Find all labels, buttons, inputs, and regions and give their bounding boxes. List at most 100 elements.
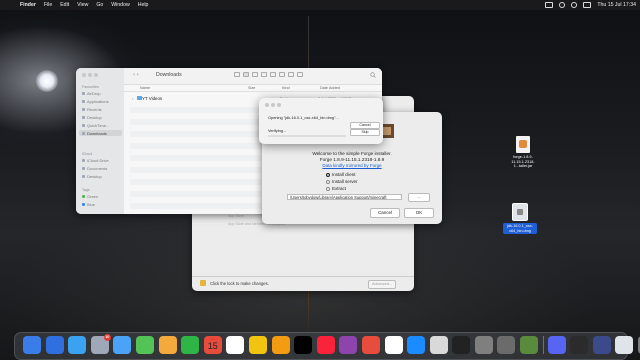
column-date-added[interactable]: Date Added xyxy=(320,86,340,90)
news-icon[interactable] xyxy=(361,336,380,354)
notes-icon[interactable] xyxy=(248,336,267,354)
share-button[interactable] xyxy=(279,72,285,77)
lock-icon[interactable] xyxy=(200,280,206,286)
verify-cancel-button[interactable]: Cancel xyxy=(350,122,380,129)
sidebar-tag-green[interactable]: Green xyxy=(82,193,122,199)
sidebar-item-applications[interactable]: Applications xyxy=(82,98,122,104)
sidebar-tag-blue[interactable]: Blue xyxy=(82,201,122,207)
window-controls xyxy=(82,73,100,77)
control-center-icon[interactable] xyxy=(583,2,592,8)
facetime-icon[interactable] xyxy=(181,336,200,354)
desktop-icon xyxy=(82,115,85,119)
podcasts-icon[interactable] xyxy=(339,336,358,354)
sidebar-item-desktop[interactable]: Desktop xyxy=(82,114,122,120)
downloads-icon xyxy=(82,131,85,135)
photos-icon[interactable] xyxy=(158,336,177,354)
sidebar-item-quicktime[interactable]: QuickTime... xyxy=(82,122,122,128)
sidebar-section-icloud: iCloud xyxy=(82,152,93,156)
view-buttons xyxy=(234,72,306,77)
sidebar-item-icloud-desktop[interactable]: Desktop xyxy=(82,173,122,179)
menu-file[interactable]: File xyxy=(44,2,52,8)
sidebar-item-icloud-drive[interactable]: iCloud Drive xyxy=(82,157,122,163)
install-path-field[interactable]: /Users/tobydow/Library/Application Suppo… xyxy=(287,194,402,200)
radio-extract[interactable]: Extract xyxy=(326,186,346,191)
menu-window[interactable]: Window xyxy=(111,2,129,8)
menu-help[interactable]: Help xyxy=(138,2,149,8)
contacts-icon[interactable] xyxy=(226,336,245,354)
search-icon[interactable] xyxy=(571,2,578,8)
menu-view[interactable]: View xyxy=(77,2,88,8)
dock-icons: 10 JUL 15 xyxy=(23,334,640,354)
reminders-icon[interactable] xyxy=(271,336,290,354)
sidebar-item-recents[interactable]: Recents xyxy=(82,106,122,112)
calendar-icon[interactable]: JUL 15 xyxy=(203,336,222,354)
menu-clock[interactable]: Thu 15 Jul 17:34 xyxy=(597,2,636,8)
action-button[interactable] xyxy=(297,72,303,77)
desktop-jdk-dmg[interactable]: jdk-16.0.1_osx-x64_bin.dmg xyxy=(503,203,537,234)
sidebar-item-label: Blue xyxy=(87,201,96,207)
maps-icon[interactable] xyxy=(135,336,154,354)
radio-install-client[interactable]: Install client xyxy=(326,172,356,177)
column-name[interactable]: Name xyxy=(140,86,150,90)
desktop-forge-jar[interactable]: forge-1.8.9-11.15.1.2318-1...taller.jar xyxy=(506,136,540,169)
terminal-icon[interactable] xyxy=(452,336,471,354)
disclosure-icon[interactable]: › xyxy=(132,96,133,101)
verify-skip-button[interactable]: Skip xyxy=(350,129,380,136)
applications-icon xyxy=(82,99,85,103)
close-button[interactable] xyxy=(82,73,86,77)
radio-install-server[interactable]: Install server xyxy=(326,179,358,184)
minimize-button[interactable] xyxy=(88,73,92,77)
list-view-button[interactable] xyxy=(243,72,249,77)
music-icon[interactable] xyxy=(316,336,335,354)
close-button[interactable] xyxy=(265,103,269,107)
cancel-button[interactable]: Cancel xyxy=(370,208,400,218)
column-view-button[interactable] xyxy=(252,72,258,77)
browse-button[interactable]: ... xyxy=(408,193,430,202)
discord-icon[interactable] xyxy=(547,336,566,354)
wifi-icon[interactable] xyxy=(559,2,566,8)
menu-go[interactable]: Go xyxy=(96,2,103,8)
safari-icon[interactable] xyxy=(68,336,87,354)
column-size[interactable]: Size xyxy=(248,86,255,90)
forge-mirror-link[interactable]: Data kindly mirrored by Forge xyxy=(262,163,442,168)
minimize-button[interactable] xyxy=(271,103,275,107)
sidebar-item-airdrop[interactable]: AirDrop xyxy=(82,90,122,96)
launchpad-icon[interactable] xyxy=(45,336,64,354)
mail-icon[interactable] xyxy=(113,336,132,354)
dock: 10 JUL 15 xyxy=(14,332,640,360)
group-button[interactable] xyxy=(270,72,276,77)
pages-icon[interactable] xyxy=(429,336,448,354)
tv-icon[interactable] xyxy=(294,336,313,354)
minecraft-icon[interactable] xyxy=(520,336,539,354)
forge-welcome-text: Welcome to the simple Forge installer. xyxy=(312,151,392,156)
finder-icon[interactable] xyxy=(23,336,41,354)
sidebar-item-downloads[interactable]: Downloads xyxy=(79,130,122,136)
battery-icon[interactable] xyxy=(545,2,554,8)
camera-icon[interactable] xyxy=(570,336,589,354)
ok-button[interactable]: OK xyxy=(404,208,434,218)
back-forward-icon[interactable]: ‹ › xyxy=(133,72,139,78)
system-preferences-icon[interactable] xyxy=(474,336,493,354)
advanced-button[interactable]: Advanced... xyxy=(368,280,396,289)
keynote-icon[interactable] xyxy=(384,336,403,354)
gallery-view-button[interactable] xyxy=(261,72,267,77)
preview-icon[interactable] xyxy=(592,336,611,354)
messages-icon[interactable]: 10 xyxy=(90,334,111,354)
icon-view-button[interactable] xyxy=(234,72,240,77)
tag-button[interactable] xyxy=(288,72,294,77)
app-store-icon[interactable] xyxy=(407,336,426,354)
search-icon[interactable] xyxy=(370,72,376,78)
sidebar-item-documents[interactable]: Documents xyxy=(82,165,122,171)
radio-label: Extract xyxy=(332,186,347,191)
menu-app-name[interactable]: Finder xyxy=(20,2,36,8)
menu-edit[interactable]: Edit xyxy=(60,2,69,8)
installer-icon[interactable] xyxy=(615,336,634,354)
sidebar-item-label: Documents xyxy=(87,165,108,171)
menu-bar-status: Thu 15 Jul 17:34 xyxy=(539,0,636,10)
radio-label: Install server xyxy=(332,179,358,184)
column-kind[interactable]: Kind xyxy=(282,86,290,90)
zoom-button[interactable] xyxy=(94,73,98,77)
quicktime-icon xyxy=(82,123,85,127)
zoom-button[interactable] xyxy=(277,103,281,107)
activity-monitor-icon[interactable] xyxy=(497,336,516,354)
